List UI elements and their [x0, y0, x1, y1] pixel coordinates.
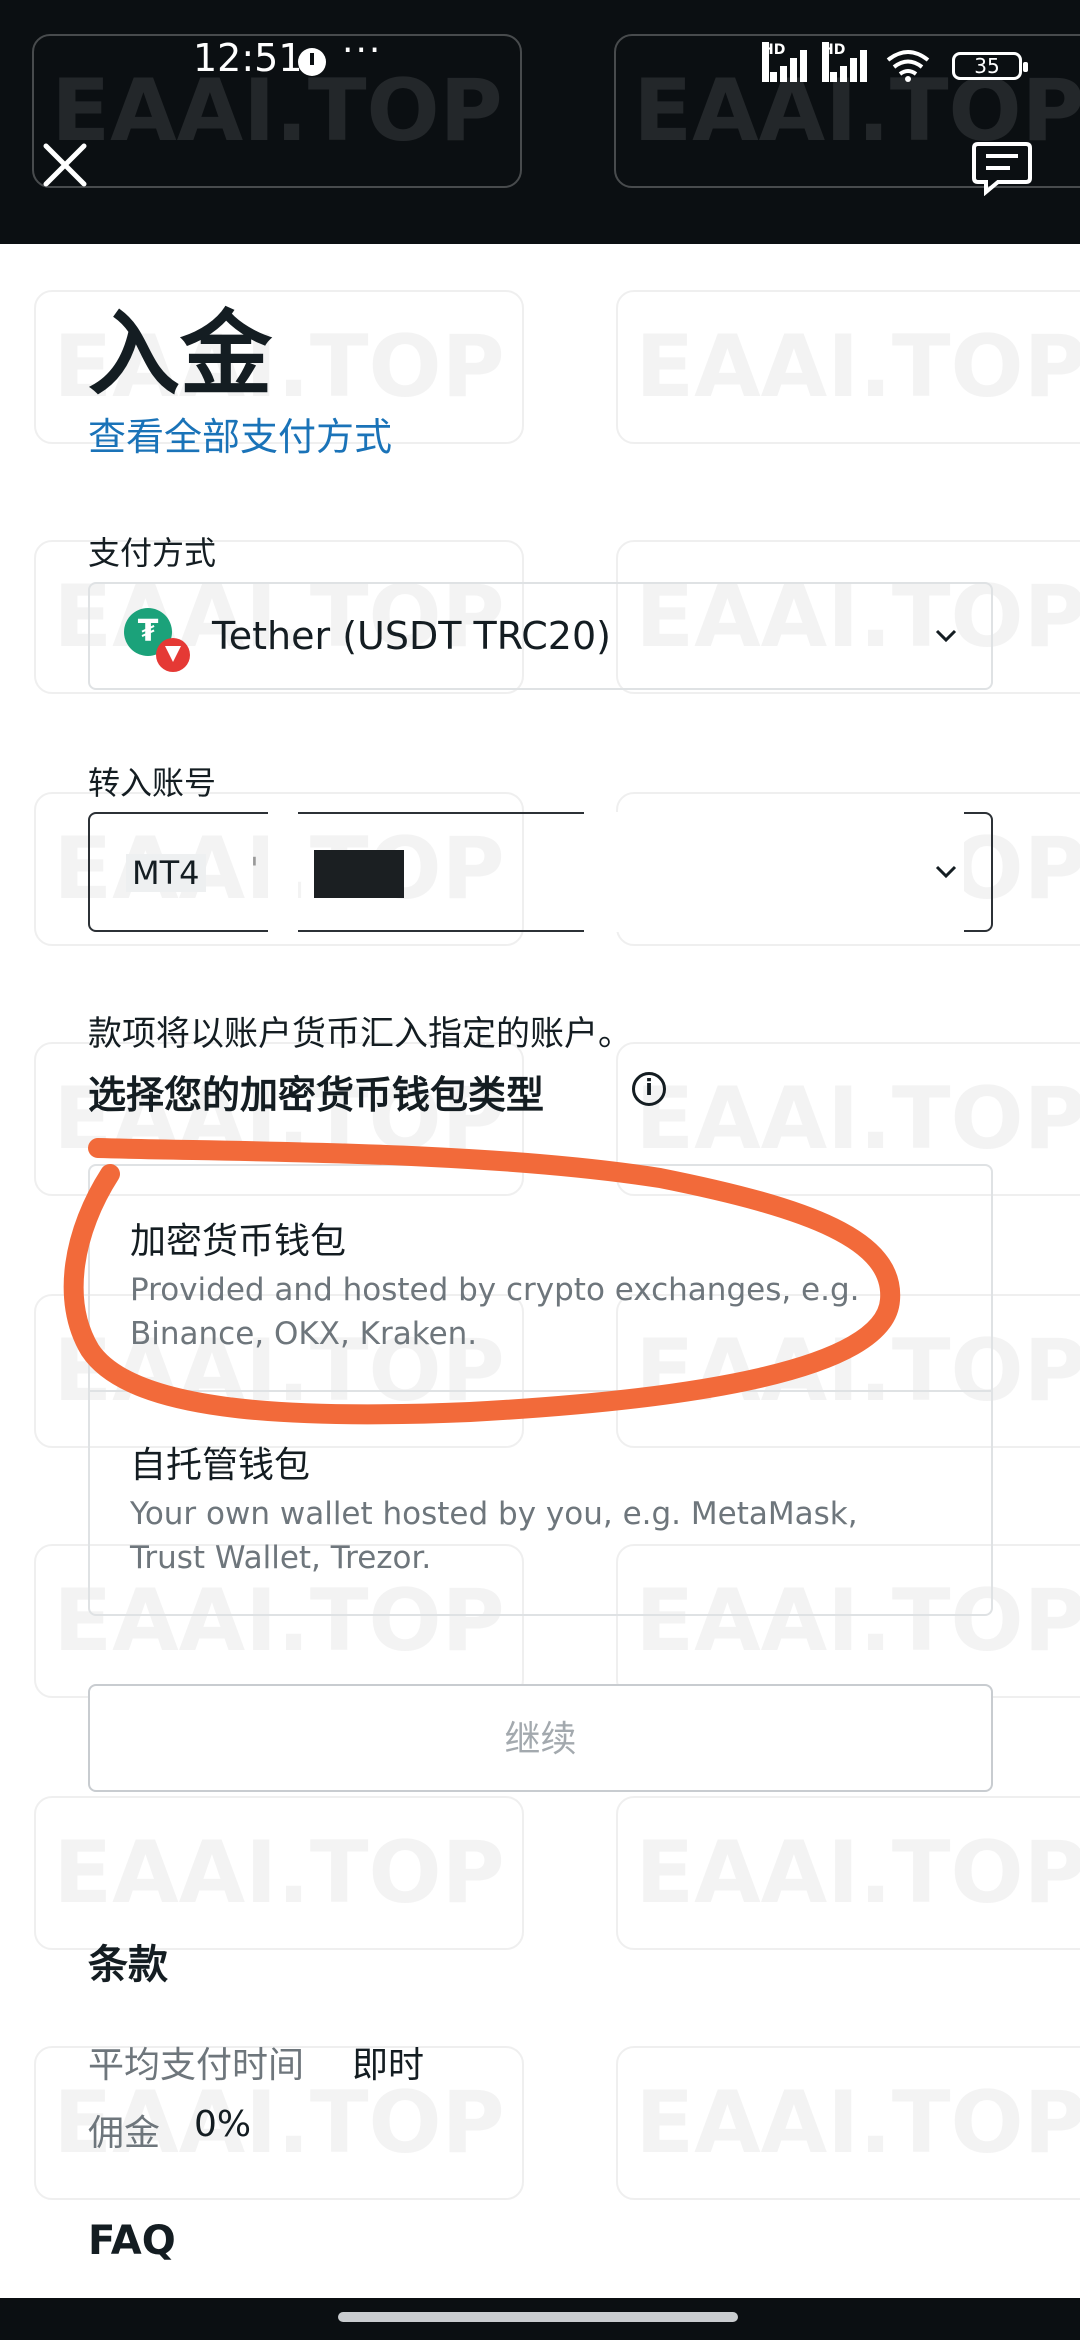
account-number-redacted [314, 850, 404, 898]
wallet-option-desc: Your own wallet hosted by you, e.g. Meta… [130, 1496, 858, 1576]
status-time: 12:51 [193, 36, 303, 80]
faq-title: FAQ [88, 2218, 176, 2264]
account-select[interactable]: MT4 ' [88, 812, 993, 932]
chat-feedback-icon[interactable] [972, 140, 1032, 196]
terms-title: 条款 [88, 1942, 168, 1988]
hd-label: HD [822, 42, 845, 82]
avg-payment-time-label: 平均支付时间 [88, 2045, 305, 2086]
payment-method-value: Tether (USDT TRC20) [212, 614, 611, 658]
account-prefix: MT4 [126, 854, 206, 892]
watermark: EAAI.TOP [616, 2046, 1080, 2200]
deposit-note: 款项将以账户货币汇入指定的账户。 [88, 1014, 632, 1054]
watermark: EAAI.TOP [616, 290, 1080, 444]
account-label: 转入账号 [88, 764, 217, 802]
payment-method-label: 支付方式 [88, 534, 217, 572]
avg-payment-time-value: 即时 [352, 2045, 425, 2086]
view-all-payment-methods-link[interactable]: 查看全部支付方式 [88, 406, 392, 461]
chevron-down-icon [935, 629, 957, 643]
home-indicator[interactable] [338, 2312, 738, 2322]
top-bar: EAAI.TOP EAAI.TOP 12:51 ··· HD HD 35 [0, 0, 1080, 244]
close-icon[interactable] [40, 140, 90, 190]
page-title: 入金 [88, 301, 273, 408]
more-notifications-icon: ··· [342, 30, 383, 71]
watermark: EAAI.TOP [616, 1796, 1080, 1950]
account-mark: ' [250, 850, 259, 888]
commission-value: 0% [194, 2104, 252, 2145]
commission-label: 佣金 [88, 2113, 161, 2154]
continue-button[interactable]: 继续 [88, 1684, 993, 1792]
highlight-annotation [63, 1138, 901, 1425]
account-redaction [584, 812, 964, 932]
hd-label: HD [762, 42, 785, 82]
battery-icon: 35 [952, 52, 1028, 80]
watermark: EAAI.TOP [34, 1796, 524, 1950]
wallet-option-title: 自托管钱包 [130, 1445, 311, 1486]
tron-icon [156, 638, 190, 672]
info-icon[interactable]: i [632, 1072, 666, 1106]
account-redaction [268, 812, 298, 932]
payment-method-select[interactable]: ₮ Tether (USDT TRC20) [88, 582, 993, 690]
signal-icon: HD [820, 42, 867, 82]
wifi-icon [886, 50, 930, 82]
chevron-down-icon [935, 865, 957, 879]
clock-icon [298, 48, 326, 76]
signal-icon: HD [760, 42, 807, 82]
wallet-type-title: 选择您的加密货币钱包类型 [88, 1073, 545, 1117]
status-icons: HD HD 35 [760, 42, 1030, 82]
